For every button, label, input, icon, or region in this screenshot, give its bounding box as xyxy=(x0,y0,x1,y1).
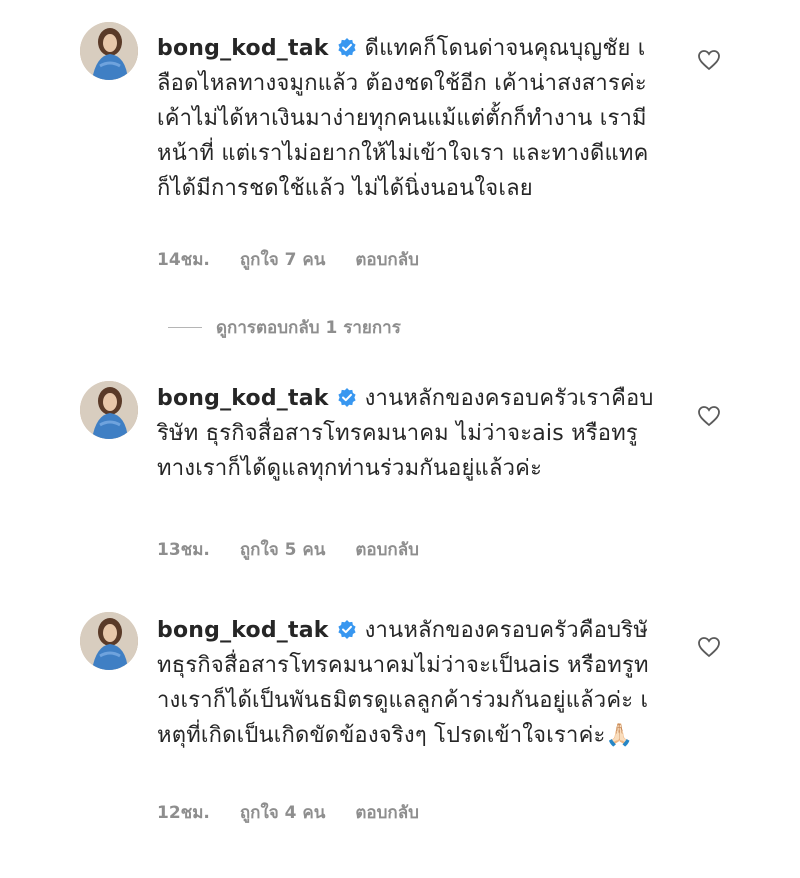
username[interactable]: bong_kod_tak xyxy=(157,618,329,643)
view-replies-label: ดูการตอบกลับ 1 รายการ xyxy=(216,318,401,338)
comment-meta: 13ชม. ถูกใจ 5 คน ตอบกลับ xyxy=(157,536,449,563)
likes-count[interactable]: ถูกใจ 7 คน xyxy=(240,250,326,270)
verified-badge-icon xyxy=(337,388,356,407)
heart-icon[interactable] xyxy=(697,636,721,658)
reply-button[interactable]: ตอบกลับ xyxy=(355,803,419,823)
avatar-photo xyxy=(80,381,138,439)
comment-time: 13ชม. xyxy=(157,540,210,560)
heart-icon[interactable] xyxy=(697,405,721,427)
avatar[interactable] xyxy=(80,612,138,670)
comment-meta: 12ชม. ถูกใจ 4 คน ตอบกลับ xyxy=(157,799,449,826)
username[interactable]: bong_kod_tak xyxy=(157,386,329,411)
comment-time: 12ชม. xyxy=(157,803,210,823)
avatar[interactable] xyxy=(80,381,138,439)
avatar[interactable] xyxy=(80,22,138,80)
likes-count[interactable]: ถูกใจ 5 คน xyxy=(240,540,326,560)
username[interactable]: bong_kod_tak xyxy=(157,36,329,61)
avatar-photo xyxy=(80,22,138,80)
comment-body: bong_kod_tak งานหลักของครอบครัวเราคือบริษ… xyxy=(157,381,657,486)
reply-button[interactable]: ตอบกลับ xyxy=(355,250,419,270)
comment-body: bong_kod_tak ดีแทคก็โดนด่าจนคุณบุญชัย เลื… xyxy=(157,31,657,206)
divider-line xyxy=(168,327,202,328)
reply-button[interactable]: ตอบกลับ xyxy=(355,540,419,560)
comment-meta: 14ชม. ถูกใจ 7 คน ตอบกลับ xyxy=(157,246,449,273)
comment-body: bong_kod_tak งานหลักของครอบครัวคือบริษัทธ… xyxy=(157,613,657,753)
verified-badge-icon xyxy=(337,620,356,639)
heart-icon[interactable] xyxy=(697,49,721,71)
likes-count[interactable]: ถูกใจ 4 คน xyxy=(240,803,326,823)
comment-time: 14ชม. xyxy=(157,250,210,270)
view-replies-button[interactable]: ดูการตอบกลับ 1 รายการ xyxy=(168,314,401,341)
verified-badge-icon xyxy=(337,38,356,57)
avatar-photo xyxy=(80,612,138,670)
